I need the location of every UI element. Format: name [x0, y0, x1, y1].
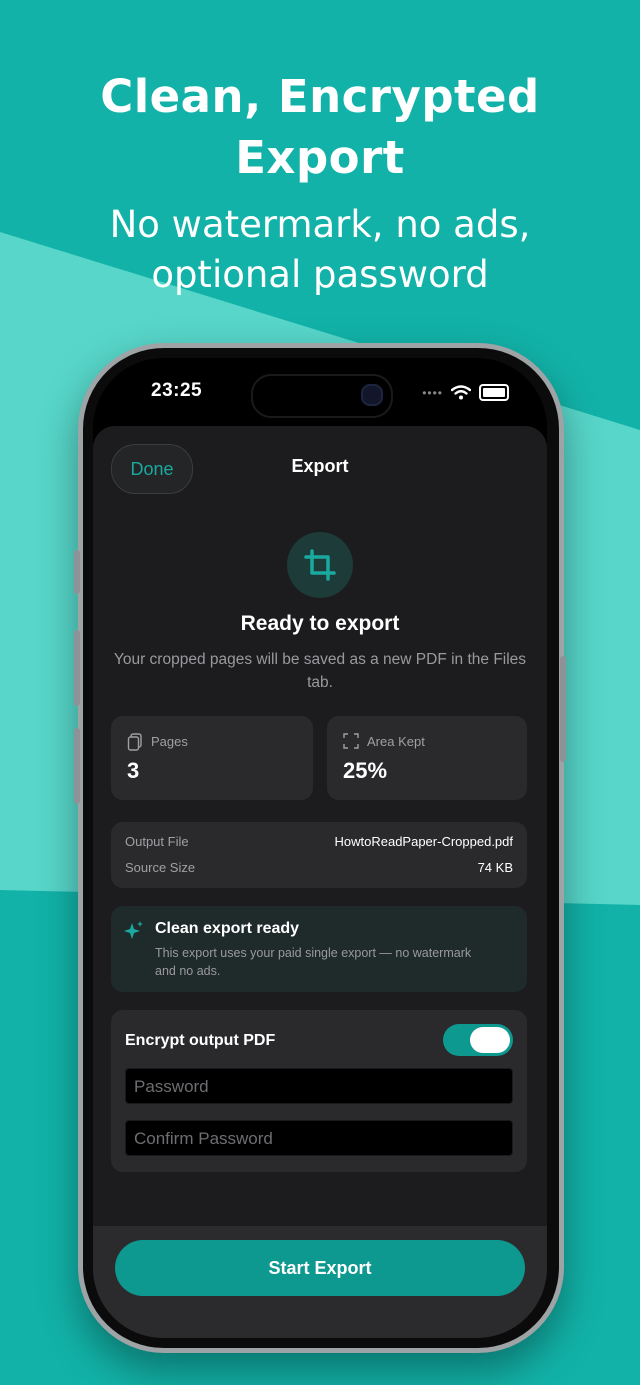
promo-headline-line2: Export: [235, 131, 405, 184]
promo-subhead: No watermark, no ads, optional password: [0, 200, 640, 300]
hero-title: Ready to export: [240, 612, 400, 635]
clean-export-title: Clean export ready: [155, 920, 300, 937]
password-field[interactable]: Password: [125, 1068, 513, 1104]
source-size-label: Source Size: [125, 860, 196, 875]
start-export-button[interactable]: Start Export: [115, 1240, 525, 1296]
battery-icon: [479, 384, 509, 401]
output-info-card: Output File HowtoReadPaper-Cropped.pdf S…: [111, 822, 527, 888]
status-time: 23:25: [151, 380, 203, 401]
stat-value: 25%: [343, 758, 388, 783]
encrypt-toggle[interactable]: [443, 1024, 513, 1056]
stat-label: Area Kept: [367, 734, 425, 749]
phone-action-button: [74, 550, 80, 594]
stat-label: Pages: [151, 734, 188, 749]
promo-headline: Clean, Encrypted Export: [0, 66, 640, 188]
pages-icon: [127, 733, 142, 751]
page-title: Export: [291, 456, 349, 476]
output-file-value: HowtoReadPaper-Cropped.pdf: [334, 834, 514, 849]
source-size-row: Source Size 74 KB: [125, 860, 513, 875]
output-file-label: Output File: [125, 834, 189, 849]
export-sheet: Done Export Ready to export Your cropped…: [93, 426, 547, 1338]
output-file-row: Output File HowtoReadPaper-Cropped.pdf: [125, 834, 513, 849]
stat-card-area-kept: Area Kept 25%: [327, 716, 527, 800]
promo-subhead-line1: No watermark, no ads,: [109, 203, 531, 246]
sparkle-icon: [124, 921, 143, 939]
stat-value: 3: [127, 758, 140, 783]
footer-bar: Start Export: [93, 1226, 547, 1338]
wifi-icon: [451, 385, 471, 400]
promo-headline-line1: Clean, Encrypted: [100, 70, 540, 123]
stat-card-pages: Pages 3: [111, 716, 313, 800]
confirm-password-field[interactable]: Confirm Password: [125, 1120, 513, 1156]
signal-dots-icon: ••••: [422, 385, 443, 400]
hero-subtitle: Your cropped pages will be saved as a ne…: [113, 651, 527, 691]
status-icons: ••••: [422, 384, 509, 401]
camera-icon: [361, 384, 383, 406]
clean-export-card: Clean export ready This export uses your…: [111, 906, 527, 992]
phone-screen: 23:25 •••• Done Export Ready to export Y…: [93, 358, 547, 1338]
encrypt-label: Encrypt output PDF: [125, 1032, 276, 1049]
crop-icon: [287, 532, 353, 598]
encrypt-card: Encrypt output PDF Password Confirm Pass…: [111, 1010, 527, 1172]
clean-export-subtitle: This export uses your paid single export…: [155, 946, 472, 978]
promo-subhead-line2: optional password: [151, 253, 489, 296]
phone-volume-down-button: [74, 728, 80, 804]
phone-volume-up-button: [74, 630, 80, 706]
phone-power-button: [560, 656, 566, 762]
toggle-knob: [470, 1027, 510, 1053]
area-icon: [343, 733, 359, 749]
source-size-value: 74 KB: [477, 860, 513, 875]
